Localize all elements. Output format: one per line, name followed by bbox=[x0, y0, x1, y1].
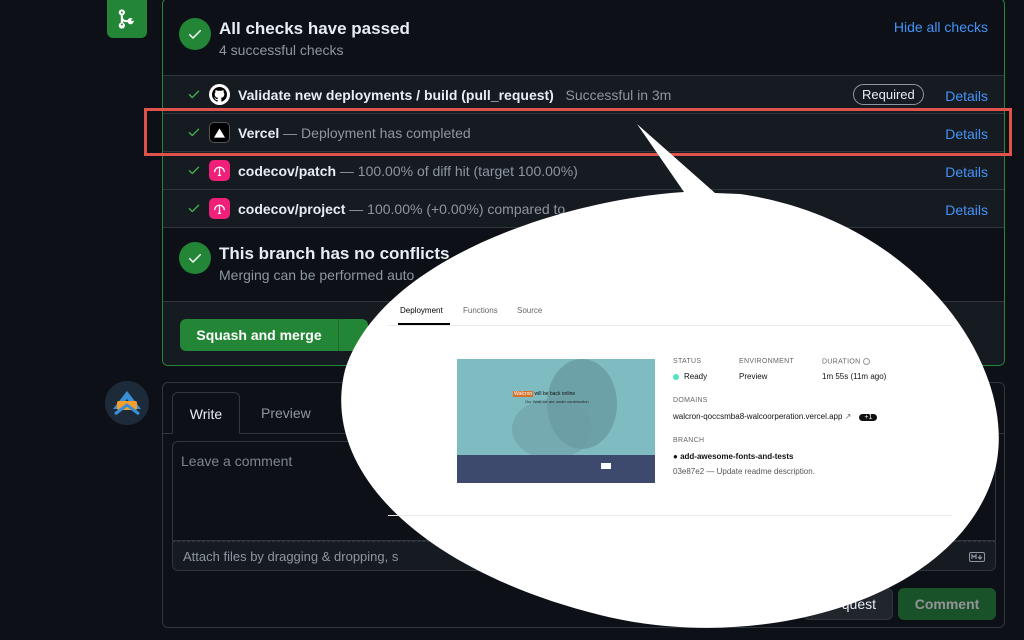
codecov-icon bbox=[209, 160, 230, 181]
github-icon bbox=[209, 84, 230, 105]
avatar bbox=[105, 381, 149, 425]
status-value: Ready bbox=[673, 372, 707, 381]
check-desc: Successful in 3m bbox=[565, 87, 672, 103]
domain-link[interactable]: walcron-qoccsmba8-walcoorperation.vercel… bbox=[673, 412, 842, 421]
vercel-tab-deployment[interactable]: Deployment bbox=[400, 306, 443, 315]
environment-value: Preview bbox=[739, 372, 768, 381]
deployment-preview-thumbnail[interactable]: Walcron will be back online Our Walk we … bbox=[457, 359, 655, 483]
github-branch-icon: ● bbox=[673, 452, 678, 461]
info-icon bbox=[862, 358, 870, 365]
external-link-icon: ↗ bbox=[844, 412, 852, 421]
status-label: STATUS bbox=[673, 358, 702, 365]
check-circle-icon bbox=[179, 18, 211, 50]
domain-count-badge[interactable]: +1 bbox=[859, 414, 878, 421]
check-icon bbox=[188, 204, 200, 213]
branch-label: BRANCH bbox=[673, 437, 705, 444]
details-link[interactable]: Details bbox=[945, 88, 988, 104]
checks-subtitle: 4 successful checks bbox=[219, 42, 344, 58]
vercel-tab-functions[interactable]: Functions bbox=[463, 306, 498, 315]
check-circle-icon bbox=[179, 242, 211, 274]
vercel-divider bbox=[388, 515, 952, 516]
branch-value[interactable]: ● add-awesome-fonts-and-tests bbox=[673, 452, 793, 461]
squash-merge-button[interactable]: Squash and merge bbox=[180, 319, 338, 351]
preview-headline: Walcron will be back online bbox=[513, 391, 576, 397]
codecov-icon bbox=[209, 198, 230, 219]
hide-checks-link[interactable]: Hide all checks bbox=[894, 19, 988, 35]
vercel-tab-indicator bbox=[398, 323, 450, 325]
vercel-tabs-divider bbox=[388, 325, 952, 326]
duration-value: 1m 55s (11m ago) bbox=[822, 372, 887, 381]
preview-tagline: Our Walk we are under construction bbox=[525, 399, 589, 404]
tab-preview[interactable]: Preview bbox=[261, 405, 311, 421]
callout-bubble bbox=[341, 124, 999, 628]
checks-header: All checks have passed 4 successful chec… bbox=[163, 0, 1004, 75]
domains-label: DOMAINS bbox=[673, 397, 708, 404]
check-name: Validate new deployments / build (pull_r… bbox=[238, 87, 672, 103]
vercel-tab-source[interactable]: Source bbox=[517, 306, 542, 315]
check-icon bbox=[188, 166, 200, 175]
environment-label: ENVIRONMENT bbox=[739, 358, 795, 365]
required-badge: Required bbox=[853, 84, 924, 105]
check-icon bbox=[188, 90, 200, 99]
duration-label: DURATION bbox=[822, 358, 870, 365]
tab-write[interactable]: Write bbox=[172, 392, 240, 434]
checks-title: All checks have passed bbox=[219, 19, 410, 38]
ready-dot-icon bbox=[673, 373, 679, 380]
git-merge-icon bbox=[107, 0, 147, 38]
commit-value[interactable]: 03e87e2 — Update readme description. bbox=[673, 467, 815, 476]
domain-value: walcron-qoccsmba8-walcoorperation.vercel… bbox=[673, 412, 878, 421]
